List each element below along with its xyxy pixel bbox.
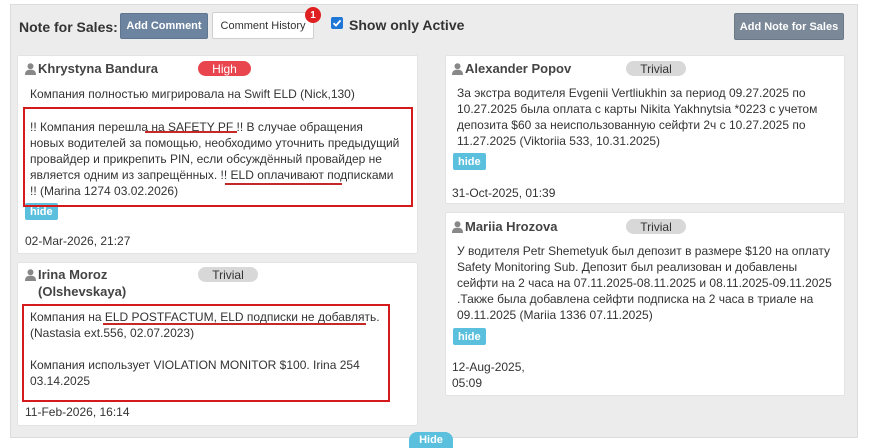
note-date: 31-Oct-2025, 01:39: [452, 186, 556, 200]
note-text: Компания полностью мигрировала на Swift …: [30, 87, 355, 101]
note-date-time: 05:09: [452, 376, 483, 390]
note-card: Alexander Popov Trivial За экстра водите…: [445, 55, 845, 204]
annotation-underline: [103, 323, 366, 325]
add-note-for-sales-button[interactable]: Add Note for Sales: [734, 13, 844, 40]
annotation-underline: [145, 131, 237, 133]
comment-history-count-badge: 1: [305, 7, 321, 23]
priority-badge: High: [198, 61, 251, 76]
note-card: Mariia Hrozova Trivial У водителя Petr S…: [445, 212, 845, 396]
priority-badge: Trivial: [626, 61, 686, 76]
note-date: 11-Feb-2026, 16:14: [25, 405, 130, 419]
user-icon: [25, 269, 36, 281]
priority-badge: Trivial: [198, 267, 258, 282]
notes-toolbar-label: Note for Sales:: [19, 19, 118, 35]
note-author: Irina Moroz (Olshevskaya): [38, 267, 127, 299]
show-only-active-checkbox[interactable]: [331, 17, 343, 29]
checkmark-icon: [332, 19, 342, 27]
note-author: Khrystyna Bandura: [38, 61, 158, 76]
user-icon: [452, 221, 463, 233]
note-text: У водителя Petr Shemetyuk был депозит в …: [457, 244, 832, 322]
annotation-highlight-box: [23, 107, 413, 207]
add-comment-button[interactable]: Add Comment: [120, 13, 208, 39]
hide-note-button[interactable]: hide: [453, 328, 486, 345]
user-icon: [25, 63, 36, 75]
priority-badge: Trivial: [626, 219, 686, 234]
note-author: Alexander Popov: [465, 61, 572, 76]
hide-note-button[interactable]: hide: [453, 153, 486, 170]
note-text: За экстра водителя Evgenii Vertliukhin з…: [457, 86, 818, 148]
note-date: 02-Mar-2026, 21:27: [25, 234, 131, 248]
annotation-highlight-box: [22, 304, 390, 402]
user-icon: [452, 63, 463, 75]
comment-history-button[interactable]: Comment History: [212, 12, 314, 39]
note-author: Mariia Hrozova: [465, 219, 558, 234]
annotation-underline: [225, 183, 342, 185]
note-date: 12-Aug-2025,: [452, 360, 525, 374]
show-only-active-label: Show only Active: [349, 17, 465, 33]
